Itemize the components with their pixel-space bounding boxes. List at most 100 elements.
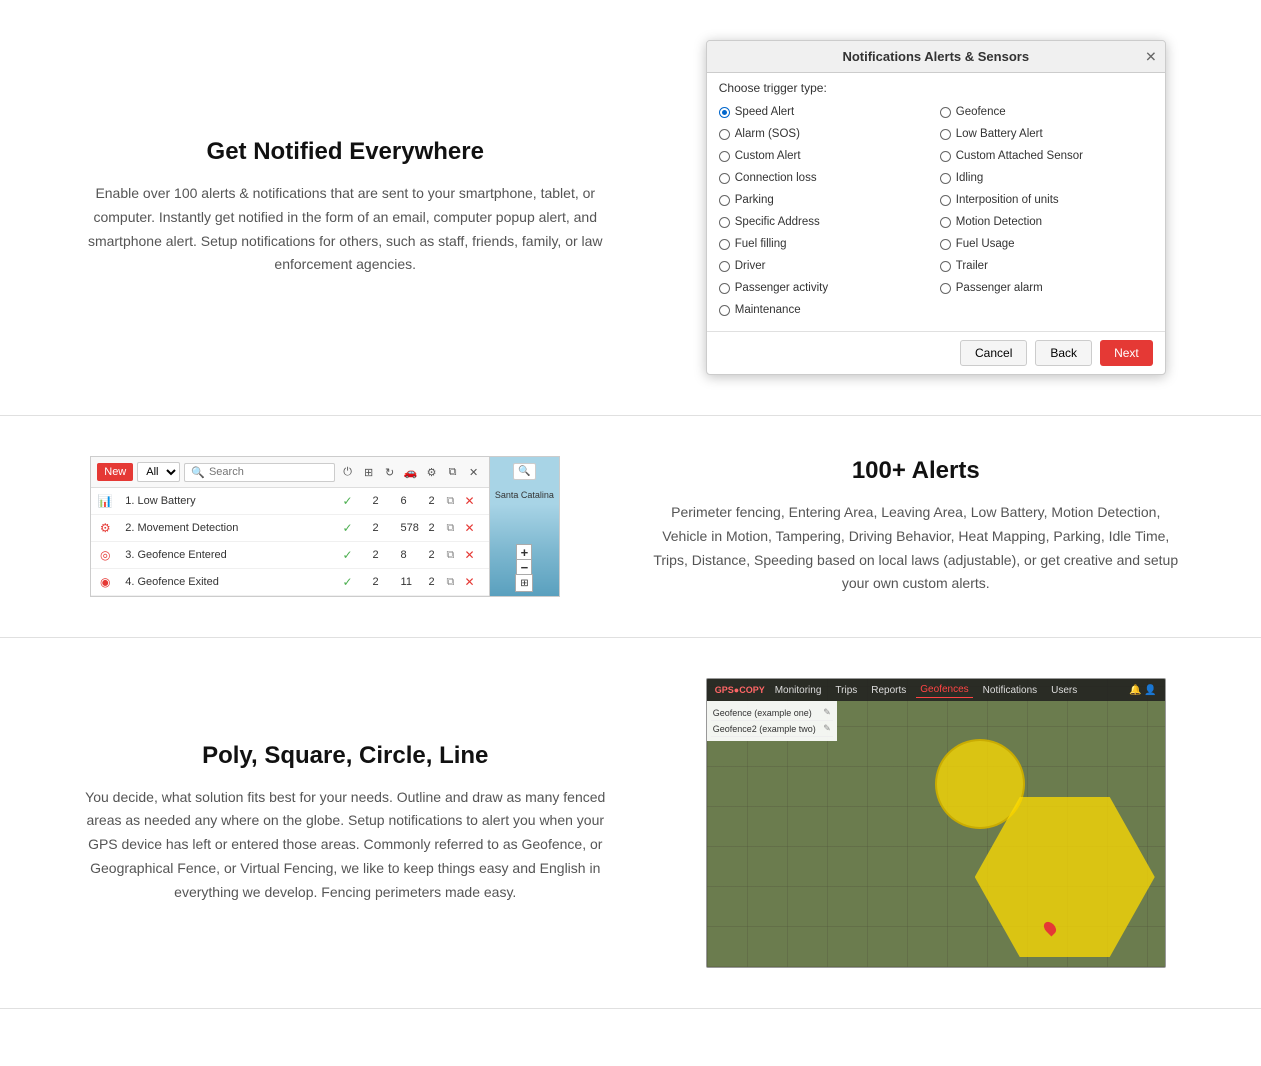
- radio-specific-address[interactable]: [719, 217, 730, 228]
- close-icon[interactable]: ✕: [465, 463, 483, 481]
- copy-row-icon-2[interactable]: ⧉: [447, 522, 465, 535]
- dialog-option-maintenance[interactable]: Maintenance: [719, 301, 932, 319]
- power-icon[interactable]: ⏻: [339, 463, 357, 481]
- label-trailer: Trailer: [956, 260, 988, 272]
- dialog-option-motion-detection[interactable]: Motion Detection: [940, 213, 1153, 231]
- geofence-heading: Poly, Square, Circle, Line: [80, 742, 611, 770]
- copy-row-icon-1[interactable]: ⧉: [447, 495, 465, 508]
- copy-row-icon-3[interactable]: ⧉: [447, 549, 465, 562]
- toolbar-trips[interactable]: Trips: [831, 683, 861, 698]
- radio-parking[interactable]: [719, 195, 730, 206]
- copy-icon[interactable]: ⧉: [444, 463, 462, 481]
- radio-custom-sensor[interactable]: [940, 151, 951, 162]
- geo-toolbar: GPS●COPY Monitoring Trips Reports Geofen…: [707, 679, 1165, 701]
- dialog-option-passenger-activity[interactable]: Passenger activity: [719, 279, 932, 297]
- dialog-title: Notifications Alerts & Sensors: [842, 49, 1029, 64]
- alert-name-1: 1. Low Battery: [125, 495, 342, 507]
- dialog-option-geofence[interactable]: Geofence: [940, 103, 1153, 121]
- label-custom-alert: Custom Alert: [735, 150, 801, 162]
- radio-passenger-alarm[interactable]: [940, 283, 951, 294]
- geo-fence-edit-1[interactable]: ✎: [823, 707, 831, 718]
- radio-trailer[interactable]: [940, 261, 951, 272]
- new-alert-button[interactable]: New: [97, 463, 133, 481]
- dialog-option-speed-alert[interactable]: Speed Alert: [719, 103, 932, 121]
- radio-interposition[interactable]: [940, 195, 951, 206]
- alert-row-1[interactable]: 📊 1. Low Battery ✓ 2 6 2 ⧉ ✕: [91, 488, 488, 515]
- cancel-button[interactable]: Cancel: [960, 340, 1027, 366]
- delete-row-icon-2[interactable]: ✕: [465, 521, 483, 535]
- geofence-section: Poly, Square, Circle, Line You decide, w…: [0, 638, 1261, 1009]
- map-layers-button[interactable]: ⊞: [515, 574, 533, 592]
- map-search-icon[interactable]: 🔍: [513, 463, 535, 480]
- vehicle-icon[interactable]: 🚗: [402, 463, 420, 481]
- radio-motion-detection[interactable]: [940, 217, 951, 228]
- back-button[interactable]: Back: [1035, 340, 1092, 366]
- dialog-option-connection-loss[interactable]: Connection loss: [719, 169, 932, 187]
- alert-count2-2: 578: [401, 522, 429, 534]
- radio-custom-alert[interactable]: [719, 151, 730, 162]
- geo-fence-label-2: Geofence2 (example two): [713, 724, 816, 734]
- dialog-option-trailer[interactable]: Trailer: [940, 257, 1153, 275]
- notifications-image: Notifications Alerts & Sensors ✕ Choose …: [671, 40, 1202, 375]
- radio-connection-loss[interactable]: [719, 173, 730, 184]
- battery-icon: 📊: [97, 493, 113, 509]
- radio-fuel-usage[interactable]: [940, 239, 951, 250]
- notifications-text: Get Notified Everywhere Enable over 100 …: [60, 138, 631, 277]
- dialog-option-specific-address[interactable]: Specific Address: [719, 213, 932, 231]
- dialog-titlebar: Notifications Alerts & Sensors ✕: [707, 41, 1165, 73]
- copy-row-icon-4[interactable]: ⧉: [447, 576, 465, 589]
- radio-low-battery[interactable]: [940, 129, 951, 140]
- dialog-close-button[interactable]: ✕: [1145, 48, 1157, 65]
- dialog-option-driver[interactable]: Driver: [719, 257, 932, 275]
- alert-row-2[interactable]: ⚙ 2. Movement Detection ✓ 2 578 2 ⧉ ✕: [91, 515, 488, 542]
- alerts-list-mock: New All 🔍 ⏻ ⊞ ↻ 🚗 ⚙ ⧉: [90, 456, 560, 597]
- radio-idling[interactable]: [940, 173, 951, 184]
- dialog-options-grid: Speed Alert Geofence Alarm (SOS) Low Bat…: [707, 99, 1165, 331]
- alerts-text: 100+ Alerts Perimeter fencing, Entering …: [631, 457, 1202, 596]
- toolbar-reports[interactable]: Reports: [867, 683, 910, 698]
- dialog-option-custom-alert[interactable]: Custom Alert: [719, 147, 932, 165]
- delete-row-icon-4[interactable]: ✕: [465, 575, 483, 589]
- dialog-option-passenger-alarm[interactable]: Passenger alarm: [940, 279, 1153, 297]
- alert-count2-1: 6: [401, 495, 429, 507]
- dialog-option-idling[interactable]: Idling: [940, 169, 1153, 187]
- geo-fence-edit-2[interactable]: ✎: [823, 723, 831, 734]
- radio-passenger-activity[interactable]: [719, 283, 730, 294]
- zoom-in-button[interactable]: +: [516, 544, 532, 560]
- alert-name-3: 3. Geofence Entered: [125, 549, 342, 561]
- refresh-icon[interactable]: ↻: [381, 463, 399, 481]
- geofence-text: Poly, Square, Circle, Line You decide, w…: [60, 742, 631, 905]
- radio-fuel-filling[interactable]: [719, 239, 730, 250]
- radio-speed-alert[interactable]: [719, 107, 730, 118]
- map-zoom-controls: + −: [516, 544, 532, 576]
- radio-geofence[interactable]: [940, 107, 951, 118]
- delete-row-icon-3[interactable]: ✕: [465, 548, 483, 562]
- dialog-option-alarm[interactable]: Alarm (SOS): [719, 125, 932, 143]
- dialog-option-low-battery[interactable]: Low Battery Alert: [940, 125, 1153, 143]
- radio-maintenance[interactable]: [719, 305, 730, 316]
- settings-icon[interactable]: ⚙: [423, 463, 441, 481]
- radio-driver[interactable]: [719, 261, 730, 272]
- dialog-option-parking[interactable]: Parking: [719, 191, 932, 209]
- toolbar-geofences[interactable]: Geofences: [916, 682, 972, 698]
- alert-row-4[interactable]: ◉ 4. Geofence Exited ✓ 2 11 2 ⧉ ✕: [91, 569, 488, 596]
- label-fuel-usage: Fuel Usage: [956, 238, 1015, 250]
- toolbar-monitoring[interactable]: Monitoring: [771, 683, 826, 698]
- geo-panel-row-2[interactable]: Geofence2 (example two) ✎: [711, 721, 833, 737]
- dialog-option-fuel-filling[interactable]: Fuel filling: [719, 235, 932, 253]
- dialog-option-interposition[interactable]: Interposition of units: [940, 191, 1153, 209]
- toolbar-notifications[interactable]: Notifications: [979, 683, 1041, 698]
- geo-panel-row-1[interactable]: Geofence (example one) ✎: [711, 705, 833, 721]
- toolbar-users[interactable]: Users: [1047, 683, 1081, 698]
- filter-dropdown[interactable]: All: [137, 462, 180, 482]
- dialog-option-custom-sensor[interactable]: Custom Attached Sensor: [940, 147, 1153, 165]
- radio-alarm[interactable]: [719, 129, 730, 140]
- label-maintenance: Maintenance: [735, 304, 801, 316]
- label-idling: Idling: [956, 172, 984, 184]
- grid-icon[interactable]: ⊞: [360, 463, 378, 481]
- search-input[interactable]: [209, 466, 328, 478]
- next-button[interactable]: Next: [1100, 340, 1153, 366]
- dialog-option-fuel-usage[interactable]: Fuel Usage: [940, 235, 1153, 253]
- delete-row-icon-1[interactable]: ✕: [465, 494, 483, 508]
- alert-row-3[interactable]: ◎ 3. Geofence Entered ✓ 2 8 2 ⧉ ✕: [91, 542, 488, 569]
